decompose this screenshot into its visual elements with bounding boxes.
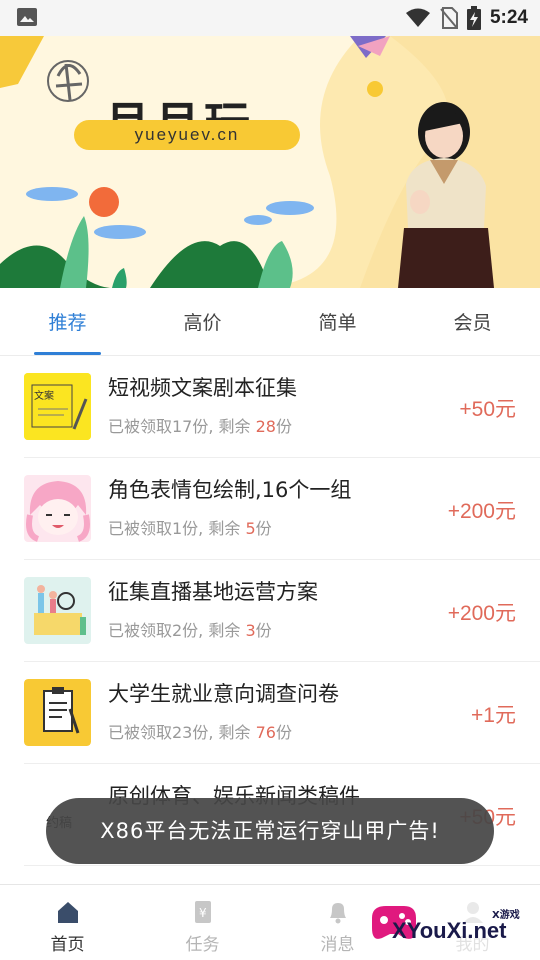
task-item[interactable]: 角色表情包绘制,16个一组 已被领取1份, 剩余 5份 +200元 [24,458,540,560]
nav-tasks[interactable]: ¥ 任务 [135,885,270,960]
watermark-text: XYouXi.net [392,918,507,943]
tab-simple[interactable]: 简单 [270,292,405,355]
tab-member[interactable]: 会员 [405,292,540,355]
task-title: 角色表情包绘制,16个一组 [108,478,352,502]
livestream-thumb [24,577,91,644]
toast-message: X86平台无法正常运行穿山甲广告! [46,798,494,864]
status-bar: 5:24 [0,0,540,36]
task-title: 大学生就业意向调查问卷 [108,682,339,706]
task-title: 短视频文案剧本征集 [108,376,297,400]
task-reward: +200元 [447,602,516,625]
task-claim-status: 已被领取2份, 剩余 3份 [108,621,272,640]
home-icon [57,902,78,923]
tab-recommended[interactable]: 推荐 [0,292,135,355]
wifi-icon [405,8,430,27]
svg-text:¥: ¥ [199,906,207,920]
no-sim-icon [440,7,458,29]
promo-banner[interactable]: 月月玩 yueyuev.cn [0,36,540,288]
nav-label: 任务 [185,935,220,955]
clipboard-thumb [24,679,91,746]
task-item[interactable]: 征集直播基地运营方案 已被领取2份, 剩余 3份 +200元 [24,560,540,662]
task-item[interactable]: 文案 短视频文案剧本征集 已被领取17份, 剩余 28份 +50元 [24,356,540,458]
tab-high-price[interactable]: 高价 [135,292,270,355]
task-list: 文案 短视频文案剧本征集 已被领取17份, 剩余 28份 +50元 角色表情包绘… [0,356,540,866]
nav-home[interactable]: 首页 [0,885,135,960]
bell-icon [329,903,346,924]
task-item[interactable]: 大学生就业意向调查问卷 已被领取23份, 剩余 76份 +1元 [24,662,540,764]
remaining-count: 3 [245,621,256,640]
copywriting-thumb: 文案 [24,373,91,440]
status-time: 5:24 [489,7,528,28]
category-tabs: 推荐 高价 简单 会员 [0,292,540,356]
task-claim-status: 已被领取1份, 剩余 5份 [108,519,272,538]
task-reward: +1元 [471,704,516,727]
gallery-icon [17,8,37,26]
task-icon: ¥ [194,901,211,923]
anime-emoji-thumb [24,475,91,542]
remaining-count: 5 [245,519,256,538]
battery-charging-icon [466,6,481,30]
task-claim-status: 已被领取23份, 剩余 76份 [108,723,292,742]
task-reward: +50元 [459,398,516,421]
banner-illustration [0,36,540,288]
remaining-count: 28 [255,417,276,436]
task-title: 征集直播基地运营方案 [108,580,318,604]
brand-url: yueyuev.cn [74,120,300,150]
nav-label: 首页 [50,935,85,955]
remaining-count: 76 [255,723,276,742]
thumb-text: 文案 [34,389,54,402]
task-reward: +200元 [447,500,516,523]
task-claim-status: 已被领取17份, 剩余 28份 [108,417,292,436]
